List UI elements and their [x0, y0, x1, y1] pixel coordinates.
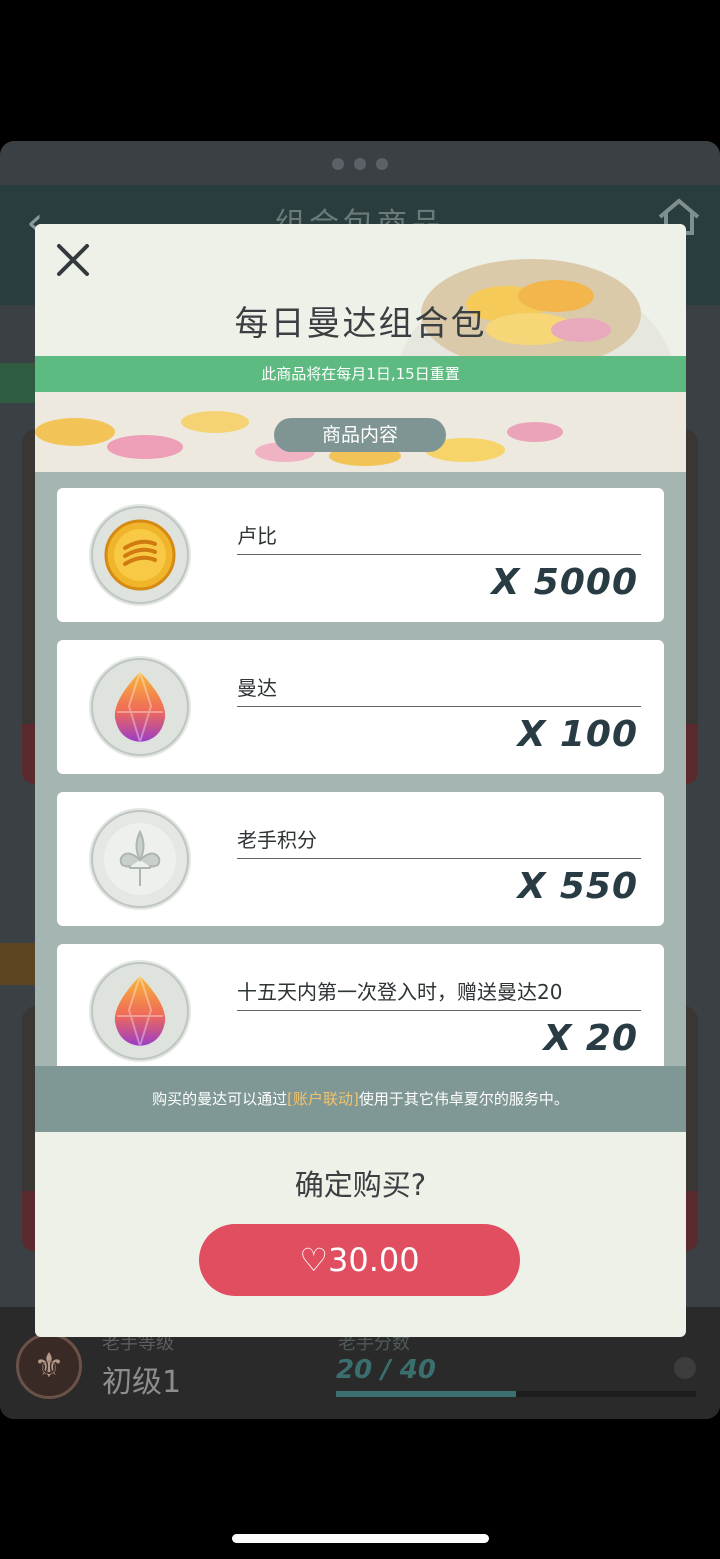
dialog-title: 每日曼达组合包	[234, 304, 487, 344]
manda-gem-icon	[89, 656, 191, 758]
notice-text: 购买的曼达可以通过	[152, 1090, 288, 1108]
account-link[interactable]: [账户联动]	[287, 1090, 359, 1108]
home-indicator[interactable]	[232, 1534, 489, 1543]
confirm-question: 确定购买?	[294, 1168, 427, 1202]
window-handle	[0, 155, 720, 174]
divider	[237, 858, 641, 859]
item-quantity: X 20	[543, 1018, 638, 1059]
item-name: 十五天内第一次登入时，赠送曼达20	[237, 980, 563, 1004]
background-tag	[0, 943, 40, 985]
list-item: 十五天内第一次登入时，赠送曼达20 X 20	[57, 944, 664, 1066]
screen: ‹ 组合包商品 ⚜ 老手等级 初级1 老手分数 20 / 40	[0, 0, 720, 1559]
buy-button[interactable]: ♡30.00	[199, 1224, 520, 1296]
list-item: 老手积分 X 550	[57, 792, 664, 926]
score-progress-bar	[336, 1391, 696, 1397]
purchase-dialog: 每日曼达组合包 此商品将在每月1日,15日重置 商品内容 卢比 X 5000 曼…	[35, 224, 686, 1337]
item-list[interactable]: 卢比 X 5000 曼达 X 100 老手积分 X 550 十五天内第一次登入时…	[35, 472, 686, 1066]
manda-gem-icon	[89, 960, 191, 1062]
divider	[237, 706, 641, 707]
account-link-notice: 购买的曼达可以通过[账户联动]使用于其它伟卓夏尔的服务中。	[35, 1066, 686, 1132]
dialog-header: 每日曼达组合包 此商品将在每月1日,15日重置 商品内容	[35, 224, 686, 472]
divider	[237, 1010, 641, 1011]
notice-text: 使用于其它伟卓夏尔的服务中。	[358, 1090, 569, 1108]
list-item: 卢比 X 5000	[57, 488, 664, 622]
veteran-fleur-icon	[89, 808, 191, 910]
fleur-emblem-icon: ⚜	[16, 1333, 82, 1399]
info-icon	[674, 1357, 696, 1379]
item-name: 曼达	[237, 676, 277, 700]
item-name: 卢比	[237, 524, 277, 548]
item-quantity: X 550	[517, 866, 638, 907]
level-value: 初级1	[102, 1365, 182, 1400]
close-button[interactable]	[55, 242, 91, 278]
section-label: 商品内容	[274, 418, 446, 452]
background-tag	[0, 363, 40, 403]
score-value: 20 / 40	[336, 1355, 436, 1385]
item-quantity: X 100	[517, 714, 638, 755]
item-quantity: X 5000	[491, 562, 638, 603]
divider	[237, 554, 641, 555]
reset-notice-banner: 此商品将在每月1日,15日重置	[35, 356, 686, 392]
list-item: 曼达 X 100	[57, 640, 664, 774]
rupee-coin-icon	[89, 504, 191, 606]
item-name: 老手积分	[237, 828, 317, 852]
score-progress-fill	[336, 1391, 516, 1397]
